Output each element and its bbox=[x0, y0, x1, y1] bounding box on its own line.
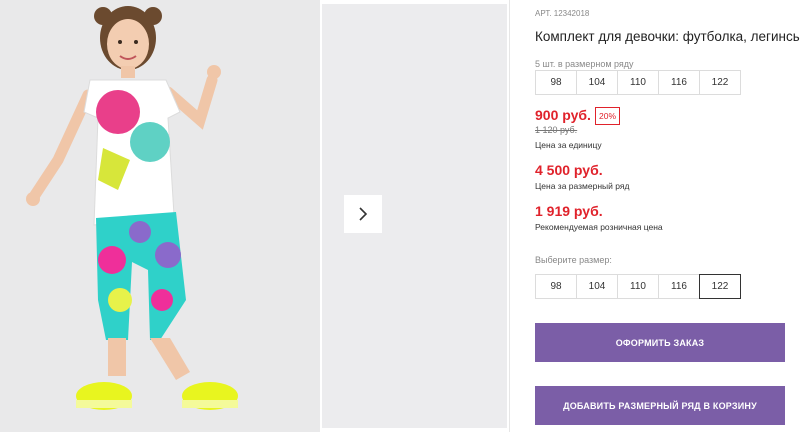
size-option-116[interactable]: 116 bbox=[658, 274, 700, 299]
product-gallery bbox=[0, 0, 510, 432]
retail-price-caption: Рекомендуемая розничная цена bbox=[535, 222, 663, 232]
set-size-110: 110 bbox=[617, 70, 659, 95]
article-number: АРТ. 12342018 bbox=[535, 9, 590, 18]
set-size-104: 104 bbox=[576, 70, 618, 95]
old-price: 1 120 руб. bbox=[535, 125, 578, 135]
retail-price: 1 919 руб. bbox=[535, 203, 603, 219]
set-note: 5 шт. в размерном ряду bbox=[535, 59, 634, 69]
size-option-98[interactable]: 98 bbox=[535, 274, 577, 299]
product-photo[interactable] bbox=[0, 0, 320, 432]
gallery-next-button[interactable] bbox=[344, 195, 382, 233]
set-size-116: 116 bbox=[658, 70, 700, 95]
unit-price-caption: Цена за единицу bbox=[535, 140, 602, 150]
girl-illustration bbox=[26, 6, 238, 410]
size-option-104[interactable]: 104 bbox=[576, 274, 618, 299]
add-set-to-cart-button[interactable]: ДОБАВИТЬ РАЗМЕРНЫЙ РЯД В КОРЗИНУ bbox=[535, 386, 785, 425]
set-size-row: 98 104 110 116 122 bbox=[535, 70, 741, 95]
product-info-panel: АРТ. 12342018 Комплект для девочки: футб… bbox=[535, 0, 800, 432]
set-size-98: 98 bbox=[535, 70, 577, 95]
set-price-caption: Цена за размерный ряд bbox=[535, 181, 630, 191]
set-size-122: 122 bbox=[699, 70, 741, 95]
product-title: Комплект для девочки: футболка, легинсы bbox=[535, 29, 800, 44]
set-price: 4 500 руб. bbox=[535, 162, 603, 178]
order-button[interactable]: ОФОРМИТЬ ЗАКАЗ bbox=[535, 323, 785, 362]
choose-size-label: Выберите размер: bbox=[535, 255, 612, 265]
size-selector: 98 104 110 116 122 bbox=[535, 274, 741, 299]
panel-divider bbox=[509, 0, 510, 432]
discount-badge: 20% bbox=[595, 107, 621, 125]
chevron-right-icon bbox=[359, 207, 368, 221]
unit-price: 900 руб. bbox=[535, 107, 591, 123]
size-option-122[interactable]: 122 bbox=[699, 274, 741, 299]
size-option-110[interactable]: 110 bbox=[617, 274, 659, 299]
